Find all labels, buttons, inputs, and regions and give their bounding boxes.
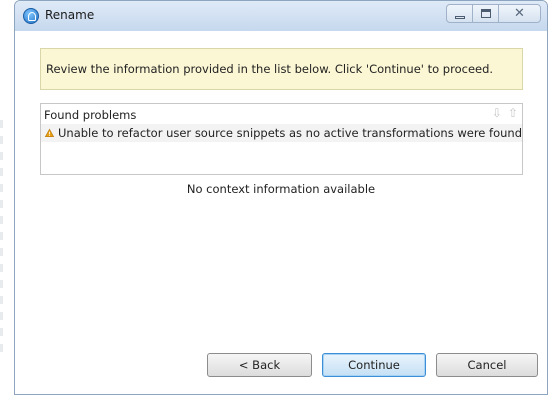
problem-text: Unable to refactor user source snippets … [58,126,522,140]
rename-dialog: Rename ✕ Review the information provided… [14,0,548,395]
info-banner-text: Review the information provided in the l… [46,62,494,76]
found-problems-panel: Found problems ⇩ ⇧ Unable to refactor us… [40,103,523,175]
problems-header: Found problems ⇩ ⇧ [41,104,522,125]
minimize-icon [454,15,465,19]
problems-nav: ⇩ ⇧ [492,107,518,119]
warning-icon [45,128,54,138]
context-message: No context information available [186,182,376,196]
arrow-down-icon[interactable]: ⇩ [492,107,502,119]
background-decoration [0,120,3,360]
problems-title: Found problems [44,108,137,122]
title-bar[interactable]: Rename ✕ [15,1,547,31]
window-controls: ✕ [446,4,541,23]
close-icon: ✕ [514,6,525,21]
minimize-button[interactable] [446,4,473,23]
problem-row[interactable]: Unable to refactor user source snippets … [41,124,522,142]
continue-button[interactable]: Continue [322,353,426,377]
close-button[interactable]: ✕ [498,4,541,23]
dialog-content: Review the information provided in the l… [23,31,539,394]
maximize-button[interactable] [472,4,499,23]
maximize-icon [480,9,491,18]
cancel-button[interactable]: Cancel [436,353,538,377]
info-banner: Review the information provided in the l… [40,48,523,90]
arrow-up-icon[interactable]: ⇧ [508,107,518,119]
window-title: Rename [45,8,95,22]
app-logo-icon [23,8,39,24]
back-button[interactable]: < Back [207,353,312,377]
